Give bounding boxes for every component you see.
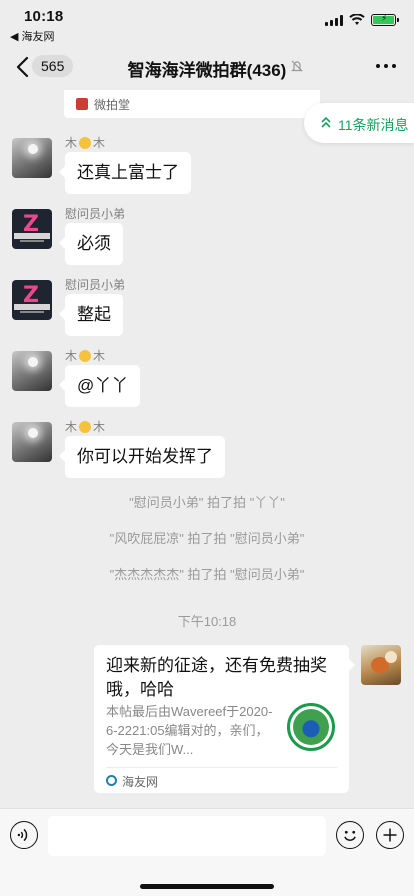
chat-title: 智海海洋微拍群(436): [127, 61, 287, 80]
avatar[interactable]: [12, 351, 52, 391]
sender-name: 慰问员小弟: [65, 207, 126, 221]
message-bubble[interactable]: 还真上富士了: [59, 152, 191, 194]
weipaitang-logo-icon: [76, 98, 88, 110]
message-bubble[interactable]: 必须: [59, 223, 123, 265]
home-indicator: [140, 884, 274, 889]
status-bar: 10:18 ◀ 海友网 ⚡: [0, 0, 414, 44]
time-divider: 下午10:18: [177, 614, 237, 629]
back-to-app-link[interactable]: ◀ 海友网: [10, 28, 55, 44]
emoji-icon[interactable]: [336, 821, 364, 849]
status-time: 10:18: [24, 8, 64, 25]
new-messages-button[interactable]: 11条新消息: [304, 103, 414, 143]
voice-input-icon[interactable]: [10, 821, 38, 849]
new-messages-label: 11条新消息: [338, 117, 409, 133]
pat-system-note: "慰问员小弟" 拍了拍 "丫丫": [129, 495, 285, 510]
avatar[interactable]: [12, 138, 52, 178]
double-chevron-up-icon: [321, 116, 331, 128]
pat-system-note: "杰杰杰杰杰" 拍了拍 "慰问员小弟": [109, 567, 305, 582]
divider: [106, 767, 337, 768]
message-bubble[interactable]: 整起: [59, 294, 123, 336]
avatar[interactable]: Z: [12, 209, 52, 249]
plus-icon[interactable]: [376, 821, 404, 849]
status-icons: ⚡: [325, 13, 399, 26]
sender-name: 木木: [65, 136, 106, 150]
message-bubble[interactable]: @丫丫: [58, 365, 141, 407]
input-bar: [0, 808, 414, 896]
pat-system-note: "风吹屁屁凉" 拍了拍 "慰问员小弟": [109, 531, 305, 546]
message-bubble[interactable]: 你可以开始发挥了: [59, 436, 225, 478]
quoted-source: 微拍堂: [94, 98, 131, 112]
wifi-icon: [349, 14, 365, 25]
smiley-emoji-icon: [79, 136, 92, 149]
more-options-icon[interactable]: [376, 64, 396, 68]
quoted-card[interactable]: 微拍堂: [64, 90, 320, 118]
sender-name: 木木: [65, 420, 106, 434]
mute-bell-icon: [291, 60, 303, 72]
sender-name: 慰问员小弟: [65, 278, 126, 292]
link-title: 迎来新的征途，还有免费抽奖哦，哈哈: [106, 656, 327, 699]
chat-header: 565 智海海洋微拍群(436): [0, 44, 414, 90]
avatar[interactable]: [12, 422, 52, 462]
signal-icon: [325, 14, 343, 26]
link-source: 海友网: [122, 775, 159, 789]
link-description: 本帖最后由Wavereef于2020-6-2221:05编辑对的，亲们，今天是我…: [106, 704, 273, 757]
link-card[interactable]: 迎来新的征途，还有免费抽奖哦，哈哈 本帖最后由Wavereef于2020-6-2…: [94, 645, 355, 793]
battery-icon: ⚡: [371, 13, 399, 26]
sender-name: 木木: [65, 349, 106, 363]
my-avatar[interactable]: [361, 645, 401, 685]
message-input[interactable]: [48, 816, 326, 856]
smiley-emoji-icon: [79, 420, 92, 433]
avatar[interactable]: Z: [12, 280, 52, 320]
source-logo-icon: [106, 775, 117, 786]
smiley-emoji-icon: [79, 349, 92, 362]
link-thumbnail: [287, 703, 335, 751]
